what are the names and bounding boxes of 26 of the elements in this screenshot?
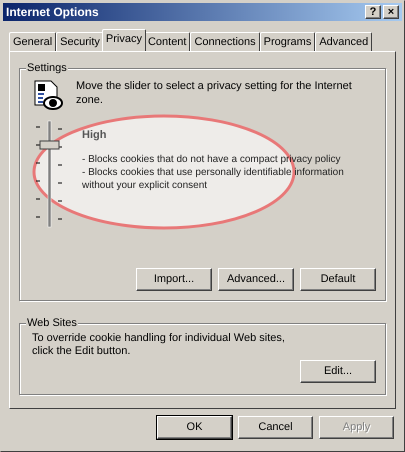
description-line: without your explicit consent xyxy=(82,178,208,192)
description-line: - Blocks cookies that do not have a compact privacy policy xyxy=(82,152,342,166)
slider-thumb[interactable] xyxy=(40,140,60,150)
dialog-button[interactable]: OK xyxy=(157,416,232,439)
title-bar-button[interactable]: ? xyxy=(365,5,381,19)
info-line: click the Edit button. xyxy=(32,345,132,358)
dialog-button[interactable]: Default xyxy=(300,268,376,291)
tab[interactable]: General xyxy=(9,32,56,51)
tab[interactable]: Advanced xyxy=(315,32,372,51)
group-title: Settings xyxy=(26,61,68,75)
dialog-button[interactable]: Cancel xyxy=(238,416,313,439)
description-line: - Blocks cookies that use personally identifiable information xyxy=(82,166,344,178)
tab[interactable]: Connections xyxy=(190,32,260,51)
dialog-button[interactable]: Edit... xyxy=(300,360,376,383)
tab[interactable]: Security xyxy=(56,32,104,51)
info-line: To override cookie handling for individual Web sites, xyxy=(32,332,286,345)
dialog-button[interactable]: Import... xyxy=(136,268,212,291)
instruction-text: Move the slider to select a privacy setting for the Internet zone. xyxy=(76,79,353,107)
dialog-button[interactable]: Advanced... xyxy=(218,268,294,291)
tab[interactable]: Privacy xyxy=(102,29,146,51)
tab[interactable]: Programs xyxy=(260,32,316,51)
window-title: Internet Options xyxy=(6,4,99,21)
title-bar-button[interactable]: × xyxy=(383,5,399,19)
document-eye-icon xyxy=(32,79,64,111)
privacy-level-name: High xyxy=(82,128,108,143)
tab[interactable]: Content xyxy=(144,32,190,51)
